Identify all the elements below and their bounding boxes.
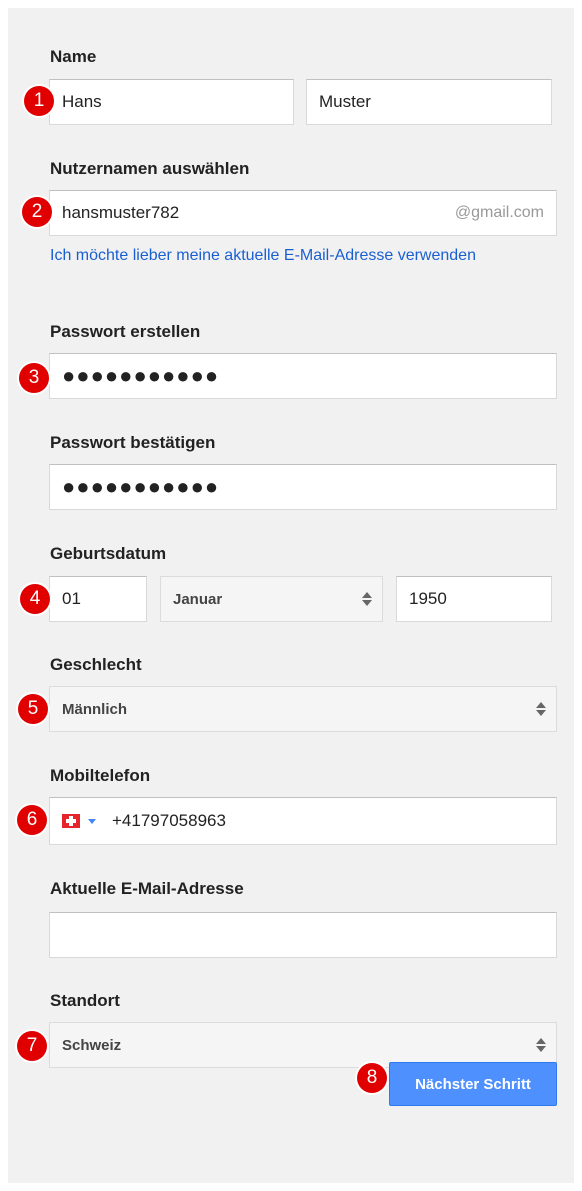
swiss-flag-icon[interactable] [62,814,80,828]
birth-month-select[interactable]: Januar [160,576,383,622]
gmail-suffix: @gmail.com [454,204,544,221]
step-badge: 6 [17,805,47,835]
password-label: Passwort erstellen [50,322,201,341]
mobile-phone-input[interactable]: +41797058963 [49,797,557,845]
mobile-value: +41797058963 [112,811,226,830]
current-email-label: Aktuelle E-Mail-Adresse [50,879,244,898]
step-badge: 4 [20,584,50,614]
updown-arrows-icon [362,591,372,607]
birth-month-value: Januar [173,590,223,608]
birth-year-input[interactable]: 1950 [396,576,552,622]
gender-label: Geschlecht [50,655,142,674]
name-label: Name [50,47,97,66]
chevron-down-icon[interactable] [88,818,96,824]
step-badge: 7 [17,1031,47,1061]
password-confirm-input[interactable]: ●●●●●●●●●●● [49,464,557,510]
birthdate-label: Geburtsdatum [50,544,167,563]
last-name-input[interactable]: Muster [306,79,552,125]
username-value: hansmuster782 [62,203,180,222]
next-step-button[interactable]: Nächster Schritt [389,1062,557,1106]
gender-select[interactable]: Männlich [49,686,557,732]
step-badge: 5 [18,694,48,724]
step-badge: 1 [24,86,54,116]
username-label: Nutzernamen auswählen [50,159,250,178]
password-input[interactable]: ●●●●●●●●●●● [49,353,557,399]
step-badge: 8 [357,1063,387,1093]
location-label: Standort [50,991,120,1010]
location-value: Schweiz [62,1036,122,1054]
step-badge: 3 [19,363,49,393]
gender-value: Männlich [62,700,128,718]
birth-day-input[interactable]: 01 [49,576,147,622]
first-name-input[interactable]: Hans [49,79,294,125]
updown-arrows-icon [536,701,546,717]
mobile-label: Mobiltelefon [50,766,151,785]
password-confirm-label: Passwort bestätigen [50,433,216,452]
username-input[interactable]: hansmuster782 @gmail.com [49,190,557,236]
step-badge: 2 [22,197,52,227]
current-email-input[interactable] [49,912,557,958]
updown-arrows-icon [536,1037,546,1053]
use-current-email-link[interactable]: Ich möchte lieber meine aktuelle E-Mail-… [50,247,520,265]
